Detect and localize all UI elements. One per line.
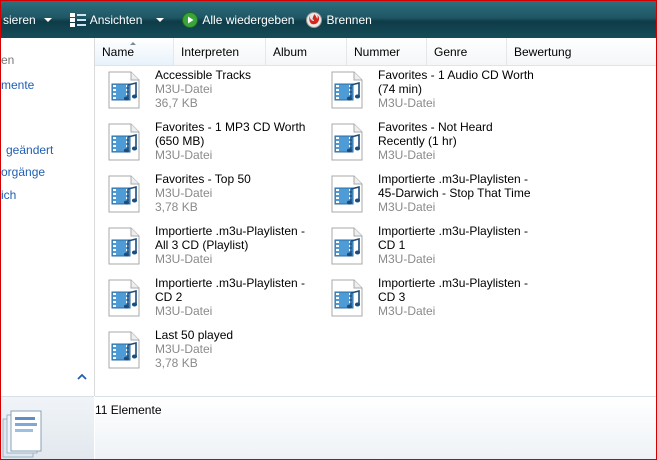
navigation-pane: en mente geändert orgänge ich: [1, 38, 95, 396]
column-artist[interactable]: Interpreten: [174, 38, 266, 65]
file-tile[interactable]: Importierte .m3u-Playlisten - All 3 CD (…: [95, 222, 310, 272]
views-button[interactable]: Ansichten: [64, 6, 171, 34]
file-name: Last 50 played: [155, 328, 234, 342]
burn-label: Brennen: [326, 12, 372, 27]
file-info: Accessible Tracks M3U-Datei 36,7 KB: [155, 68, 335, 110]
chevron-down-icon: [156, 17, 165, 22]
file-type: M3U-Datei: [155, 304, 213, 318]
details-pane: 11 Elemente: [95, 396, 656, 459]
playlist-file-icon: [331, 123, 363, 161]
nav-item-4[interactable]: ich: [1, 188, 16, 202]
file-info: Favorites - Top 50 M3U-Datei 3,78 KB: [155, 172, 335, 214]
file-type: M3U-Datei: [378, 304, 436, 318]
column-name-label: Name: [102, 45, 135, 59]
playlist-file-icon: [108, 279, 140, 317]
file-size: 36,7 KB: [155, 96, 198, 110]
file-tile[interactable]: Favorites - 1 MP3 CD Worth (650 MB) M3U-D…: [95, 118, 310, 168]
file-name: Accessible Tracks: [155, 68, 252, 82]
playlist-file-icon: [108, 123, 140, 161]
file-name: Importierte .m3u-Playlisten - 45-Darwich…: [378, 172, 531, 200]
file-info: Importierte .m3u-Playlisten - All 3 CD (…: [155, 224, 335, 266]
file-name: Importierte .m3u-Playlisten - All 3 CD (…: [155, 224, 306, 252]
file-tile[interactable]: Importierte .m3u-Playlisten - 45-Darwich…: [318, 170, 533, 220]
burn-button[interactable]: Brennen: [300, 6, 377, 34]
file-type: M3U-Datei: [155, 186, 213, 200]
column-album-label: Album: [273, 45, 308, 59]
play-all-button[interactable]: Alle wiedergeben: [176, 6, 300, 34]
file-name: Favorites - Top 50: [155, 172, 251, 186]
column-genre[interactable]: Genre: [427, 38, 507, 65]
file-type: M3U-Datei: [378, 252, 436, 266]
file-tile[interactable]: Favorites - 1 Audio CD Worth (74 min) M3U…: [318, 66, 534, 116]
file-name: Favorites - 1 Audio CD Worth (74 min): [378, 68, 534, 96]
column-number[interactable]: Nummer: [347, 38, 427, 65]
file-list: Accessible Tracks M3U-Datei 36,7 KB Favorit…: [95, 66, 656, 396]
file-info: Last 50 played M3U-Datei 3,78 KB: [155, 328, 335, 370]
nav-item-1[interactable]: mente: [1, 78, 34, 92]
file-tile[interactable]: Importierte .m3u-Playlisten - CD 3 M3U-Da…: [318, 274, 533, 324]
file-type: M3U-Datei: [378, 96, 436, 110]
sort-ascending-icon: [130, 42, 136, 45]
column-genre-label: Genre: [434, 45, 468, 59]
file-info: Favorites - Not Heard Recently (1 hr) M3U…: [378, 120, 558, 162]
nav-bottom-area: [1, 396, 94, 459]
views-label: Ansichten: [89, 12, 143, 27]
column-rating[interactable]: Bewertung: [507, 38, 656, 65]
file-name: Importierte .m3u-Playlisten - CD 2: [155, 276, 306, 304]
file-info: Importierte .m3u-Playlisten - CD 1 M3U-Da…: [378, 224, 558, 266]
file-name: Importierte .m3u-Playlisten - CD 3: [378, 276, 529, 304]
playlist-file-icon: [108, 71, 140, 109]
command-toolbar: sieren Ansichten Alle wiedergeben Brenne…: [1, 1, 656, 38]
playlist-file-icon: [331, 175, 363, 213]
nav-item-2[interactable]: geändert: [6, 143, 53, 157]
nav-item-3[interactable]: orgänge: [1, 165, 45, 179]
file-name: Favorites - Not Heard Recently (1 hr): [378, 120, 493, 148]
playlist-file-icon: [331, 227, 363, 265]
file-info: Favorites - 1 Audio CD Worth (74 min) M3U…: [378, 68, 558, 110]
playlist-file-icon: [331, 279, 363, 317]
file-type: M3U-Datei: [378, 148, 436, 162]
play-icon: [182, 11, 199, 28]
file-info: Importierte .m3u-Playlisten - CD 2 M3U-Da…: [155, 276, 335, 318]
column-header: Name Interpreten Album Nummer Genre Bewe…: [95, 38, 656, 66]
chevron-up-icon[interactable]: [77, 372, 87, 382]
file-tile[interactable]: Importierte .m3u-Playlisten - CD 1 M3U-Da…: [318, 222, 533, 272]
nav-item-0[interactable]: en: [1, 53, 14, 67]
chevron-down-icon: [43, 17, 52, 22]
file-size: 3,78 KB: [155, 356, 198, 370]
column-rating-label: Bewertung: [514, 45, 572, 59]
file-size: 3,78 KB: [155, 200, 198, 214]
playlist-file-icon: [108, 175, 140, 213]
folder-thumbnail-icon: [2, 410, 42, 458]
file-tile[interactable]: Last 50 played M3U-Datei 3,78 KB: [95, 326, 310, 376]
file-type: M3U-Datei: [155, 148, 213, 162]
file-name: Favorites - 1 MP3 CD Worth (650 MB): [155, 120, 306, 148]
file-info: Favorites - 1 MP3 CD Worth (650 MB) M3U-D…: [155, 120, 335, 162]
file-type: M3U-Datei: [155, 82, 213, 96]
column-number-label: Nummer: [354, 45, 401, 59]
file-tile[interactable]: Importierte .m3u-Playlisten - CD 2 M3U-Da…: [95, 274, 310, 324]
file-type: M3U-Datei: [378, 200, 436, 214]
file-tile[interactable]: Favorites - Top 50 M3U-Datei 3,78 KB: [95, 170, 310, 220]
views-icon: [69, 12, 86, 27]
column-album[interactable]: Album: [266, 38, 347, 65]
column-artist-label: Interpreten: [181, 45, 240, 59]
playlist-file-icon: [331, 71, 363, 109]
file-info: Importierte .m3u-Playlisten - CD 3 M3U-Da…: [378, 276, 558, 318]
file-type: M3U-Datei: [155, 342, 213, 356]
burn-disc-icon: [306, 11, 323, 28]
organize-button[interactable]: sieren: [1, 6, 58, 34]
playlist-file-icon: [108, 331, 140, 369]
file-tile[interactable]: Accessible Tracks M3U-Datei 36,7 KB: [95, 66, 310, 116]
file-tile[interactable]: Favorites - Not Heard Recently (1 hr) M3U…: [318, 118, 533, 168]
play-all-label: Alle wiedergeben: [202, 12, 295, 27]
organize-label: sieren: [3, 12, 36, 27]
file-name: Importierte .m3u-Playlisten - CD 1: [378, 224, 529, 252]
file-type: M3U-Datei: [155, 252, 213, 266]
file-info: Importierte .m3u-Playlisten - 45-Darwich…: [378, 172, 558, 214]
item-count: 11 Elemente: [95, 403, 162, 417]
column-name[interactable]: Name: [95, 38, 174, 65]
playlist-file-icon: [108, 227, 140, 265]
